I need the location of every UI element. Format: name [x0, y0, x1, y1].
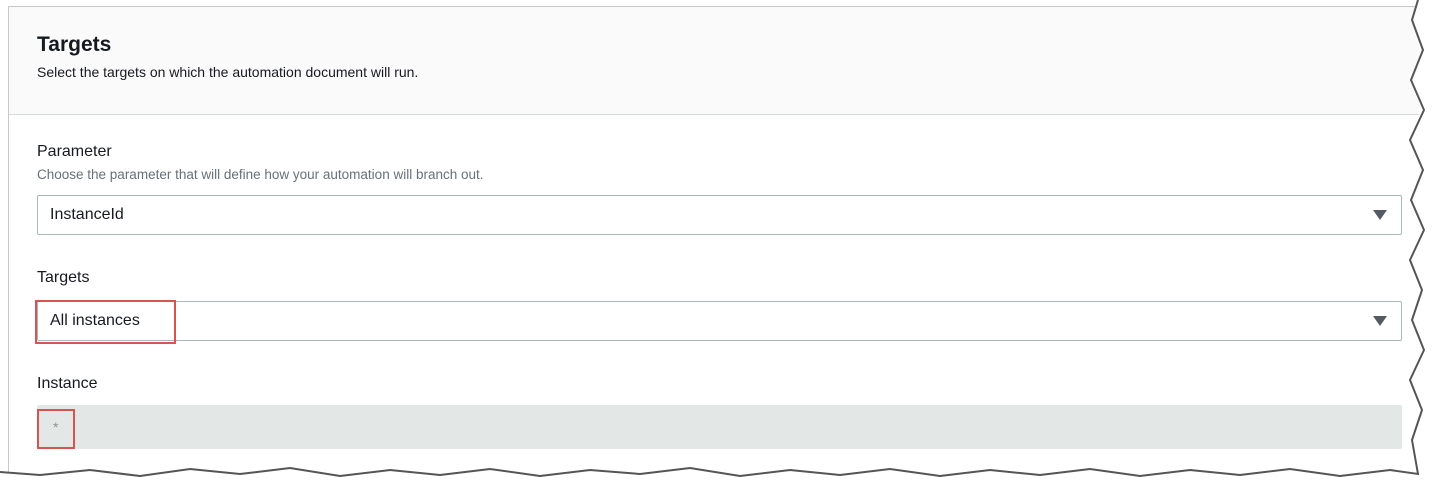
torn-paper-edge [0, 0, 1432, 487]
